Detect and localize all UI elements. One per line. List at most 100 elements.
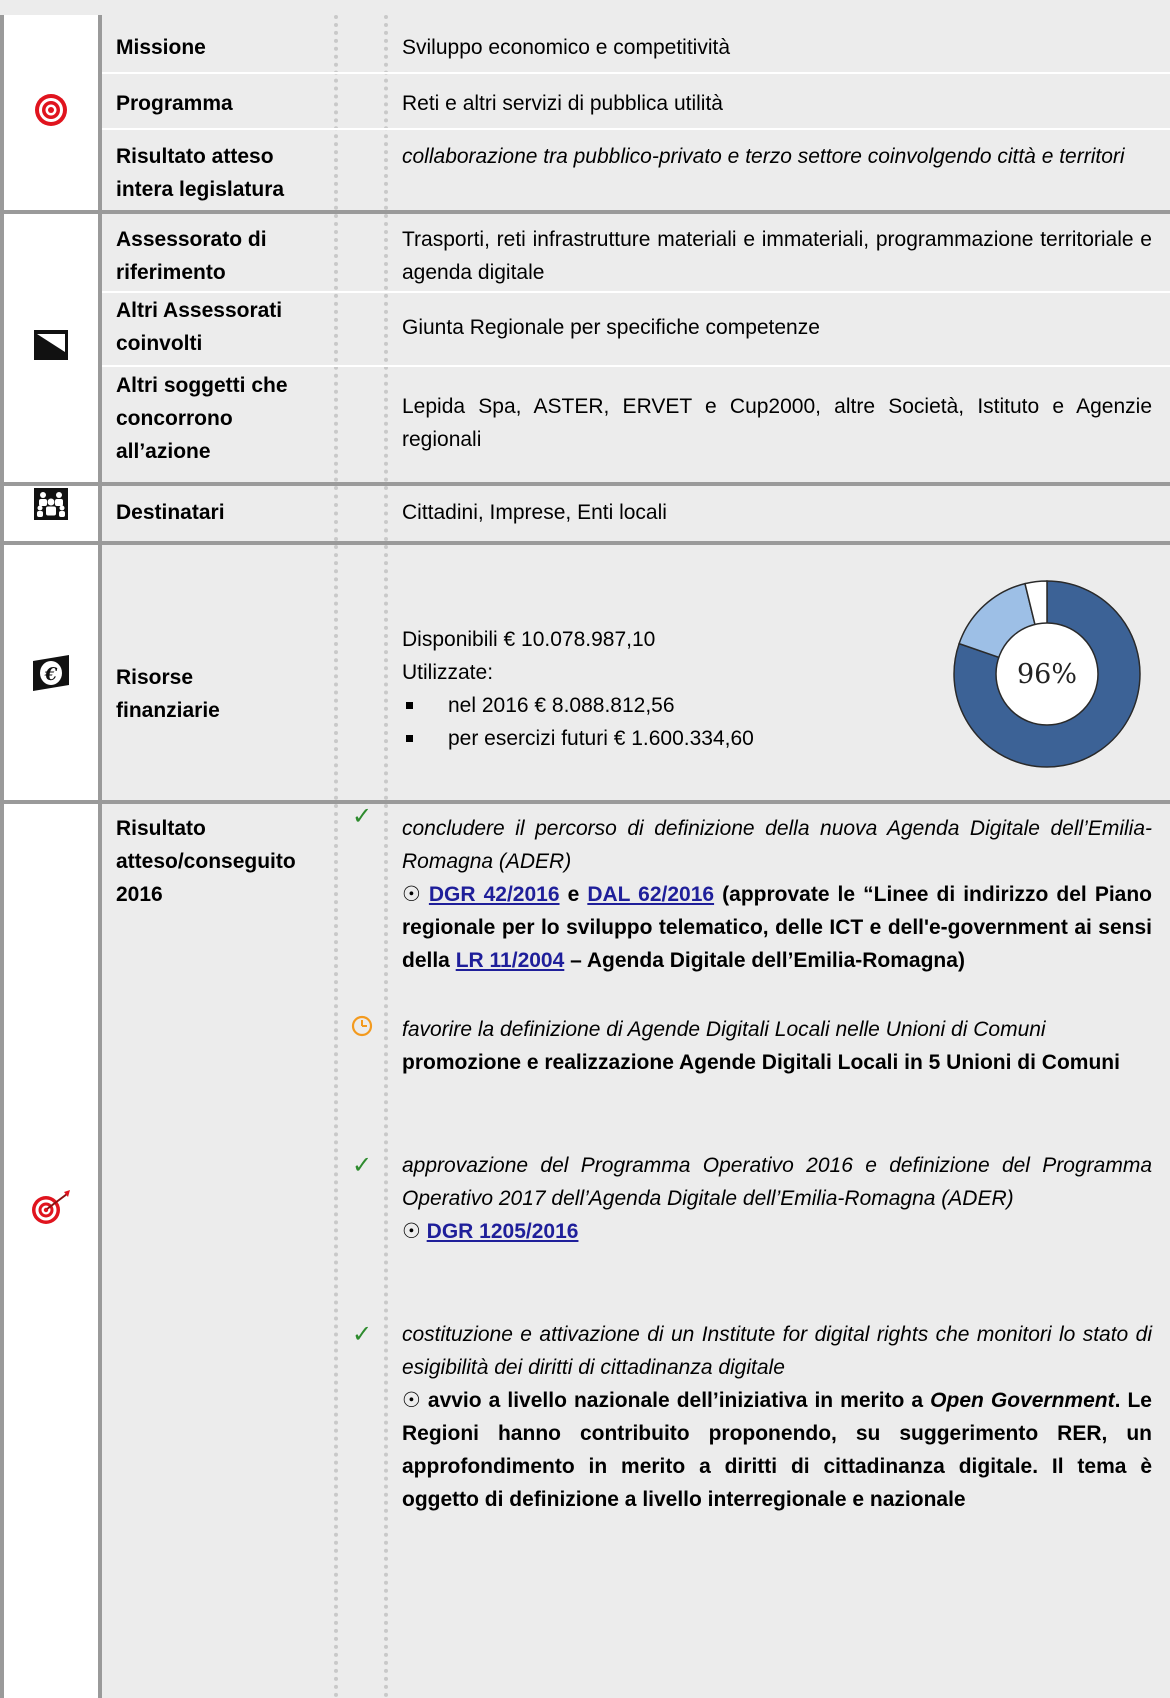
value-col: Sviluppo economico e competitività Reti … — [388, 15, 1170, 210]
status-col: ✓ ✓ ✓ — [334, 803, 388, 1698]
label-line: concorrono — [116, 407, 233, 430]
conseguito-emphasis: Open Government — [930, 1389, 1115, 1412]
section-destinatari: Destinatari Cittadini, Imprese, Enti loc… — [0, 486, 1170, 541]
dart-target-icon — [32, 1190, 70, 1224]
label-col: Risorse finanziarie — [102, 545, 334, 800]
divider-col — [334, 15, 388, 210]
atteso-text: concludere il percorso di definizione de… — [402, 817, 1152, 873]
utilizzate-text: Utilizzate: — [402, 661, 494, 684]
risultato-item-2: favorire la definizione di Agende Digita… — [402, 1013, 1152, 1079]
top-band — [0, 0, 1170, 15]
conseguito-text: promozione e realizzazione Agende Digita… — [402, 1051, 1120, 1074]
conseguito-text: ☉ avvio a livello nazionale dell’iniziat… — [402, 1384, 1152, 1516]
divider-col — [334, 486, 388, 541]
value-col: Trasporti, reti infrastrutture materiali… — [388, 214, 1170, 482]
label-col: Assessorato di riferimento Altri Assesso… — [102, 214, 334, 482]
schede-obiettivo: Missione Programma Risultato atteso inte… — [0, 0, 1170, 1698]
link-dal-62-2016[interactable]: DAL 62/2016 — [587, 883, 714, 906]
value-col: concludere il percorso di definizione de… — [388, 804, 1170, 1698]
label-col: Destinatari — [102, 486, 334, 541]
risultato-item-1: concludere il percorso di definizione de… — [402, 812, 1152, 977]
target-icon — [35, 94, 67, 126]
section-assessorato: Assessorato di riferimento Altri Assesso… — [0, 214, 1170, 482]
clock-icon — [351, 1015, 373, 1037]
risultato-atteso-value: collaborazione tra pubblico-privato e te… — [402, 145, 1125, 168]
section-risultato-2016: Risultato atteso/conseguito 2016 ✓ ✓ ✓ c… — [0, 803, 1170, 1698]
altri-soggetti-label: Altri soggetti che concorrono all’azione — [116, 369, 326, 468]
label-line: atteso/conseguito — [116, 850, 296, 873]
icon-cell — [0, 804, 102, 1698]
icon-cell — [0, 486, 102, 541]
row-separator — [102, 365, 1170, 367]
risorse-value: Disponibili € 10.078.987,10 Utilizzate: … — [402, 623, 870, 755]
label-col: Missione Programma Risultato atteso inte… — [102, 15, 334, 210]
risultato-item-4: costituzione e attivazione di un Institu… — [402, 1318, 1152, 1516]
donut-chart: 96% — [953, 580, 1141, 768]
conseguito-tail: – Agenda Digitale dell’Emilia-Romagna) — [570, 949, 965, 972]
link-lr-11-2004[interactable]: LR 11/2004 — [456, 949, 565, 972]
risultato-2016-label: Risultato atteso/conseguito 2016 — [116, 812, 326, 911]
missione-value: Sviluppo economico e competitività — [402, 36, 731, 59]
row-separator — [102, 128, 1170, 130]
label-line: intera legislatura — [116, 178, 285, 201]
altri-soggetti-value: Lepida Spa, ASTER, ERVET e Cup2000, altr… — [402, 395, 1152, 451]
destinatari-value: Cittadini, Imprese, Enti locali — [402, 501, 667, 524]
disponibili-text: Disponibili € 10.078.987,10 — [402, 628, 656, 651]
programma-label: Programma — [116, 92, 233, 115]
label-line: Altri soggetti che — [116, 374, 288, 397]
programma-value: Reti e altri servizi di pubblica utilità — [402, 92, 723, 115]
row-separator — [102, 72, 1170, 74]
conseguito-body: avvio a livello nazionale dell’iniziativ… — [427, 1389, 924, 1412]
label-line: 2016 — [116, 883, 163, 906]
value-col: Disponibili € 10.078.987,10 Utilizzate: … — [388, 545, 1170, 800]
atteso-text: costituzione e attivazione di un Institu… — [402, 1323, 1152, 1379]
conseguito-text: ☉ DGR 42/2016 e DAL 62/2016 (approvate l… — [402, 878, 1152, 977]
risultato-item-3: approvazione del Programma Operativo 201… — [402, 1149, 1152, 1248]
label-line: riferimento — [116, 261, 226, 284]
label-line: Risorse — [116, 666, 194, 689]
altri-assessorati-label: Altri Assessorati coinvolti — [116, 294, 326, 360]
utilizzate-item-futuri: per esercizi futuri € 1.600.334,60 — [402, 722, 870, 755]
label-line: all’azione — [116, 440, 211, 463]
label-line: Assessorato di — [116, 228, 267, 251]
circle-bullet-icon: ☉ — [402, 1389, 421, 1412]
svg-text:€: € — [44, 664, 58, 685]
check-icon: ✓ — [352, 803, 373, 830]
risorse-label: Risorse finanziarie — [116, 661, 326, 727]
atteso-text: favorire la definizione di Agende Digita… — [402, 1018, 1046, 1041]
label-line: finanziarie — [116, 699, 220, 722]
risultato-atteso-label: Risultato atteso intera legislatura — [116, 140, 326, 206]
row-separator — [102, 291, 1170, 293]
label-line: coinvolti — [116, 332, 203, 355]
icon-cell: € — [0, 545, 102, 800]
people-icon — [34, 488, 68, 520]
flag-icon — [34, 330, 68, 360]
link-dgr-42-2016[interactable]: DGR 42/2016 — [429, 883, 560, 906]
assessorato-label: Assessorato di riferimento — [116, 223, 326, 289]
label-line: Altri Assessorati — [116, 299, 283, 322]
missione-label: Missione — [116, 36, 206, 59]
label-line: Risultato — [116, 817, 206, 840]
assessorato-value: Trasporti, reti infrastrutture materiali… — [402, 228, 1152, 284]
icon-cell — [0, 15, 102, 210]
altri-assessorati-value: Giunta Regionale per specifiche competen… — [402, 316, 820, 339]
label-col: Risultato atteso/conseguito 2016 — [102, 804, 334, 1698]
divider-col — [334, 214, 388, 482]
conjunction-text: e — [567, 883, 580, 906]
destinatari-label: Destinatari — [116, 501, 225, 524]
conseguito-text: ☉ DGR 1205/2016 — [402, 1215, 1152, 1248]
divider-col — [334, 545, 388, 800]
atteso-text: approvazione del Programma Operativo 201… — [402, 1154, 1152, 1210]
utilizzate-item-2016: nel 2016 € 8.088.812,56 — [402, 689, 870, 722]
euro-icon: € — [33, 655, 69, 691]
label-line: Risultato atteso — [116, 145, 274, 168]
check-icon: ✓ — [352, 1152, 373, 1179]
section-risorse: € Risorse finanziarie Disponibili € 10.0… — [0, 545, 1170, 800]
value-col: Cittadini, Imprese, Enti locali — [388, 486, 1170, 541]
link-dgr-1205-2016[interactable]: DGR 1205/2016 — [427, 1220, 579, 1243]
section-missione: Missione Programma Risultato atteso inte… — [0, 15, 1170, 210]
circle-bullet-icon: ☉ — [402, 883, 421, 906]
donut-percent-label: 96% — [1017, 659, 1077, 690]
check-icon: ✓ — [352, 1321, 373, 1348]
icon-cell — [0, 214, 102, 482]
